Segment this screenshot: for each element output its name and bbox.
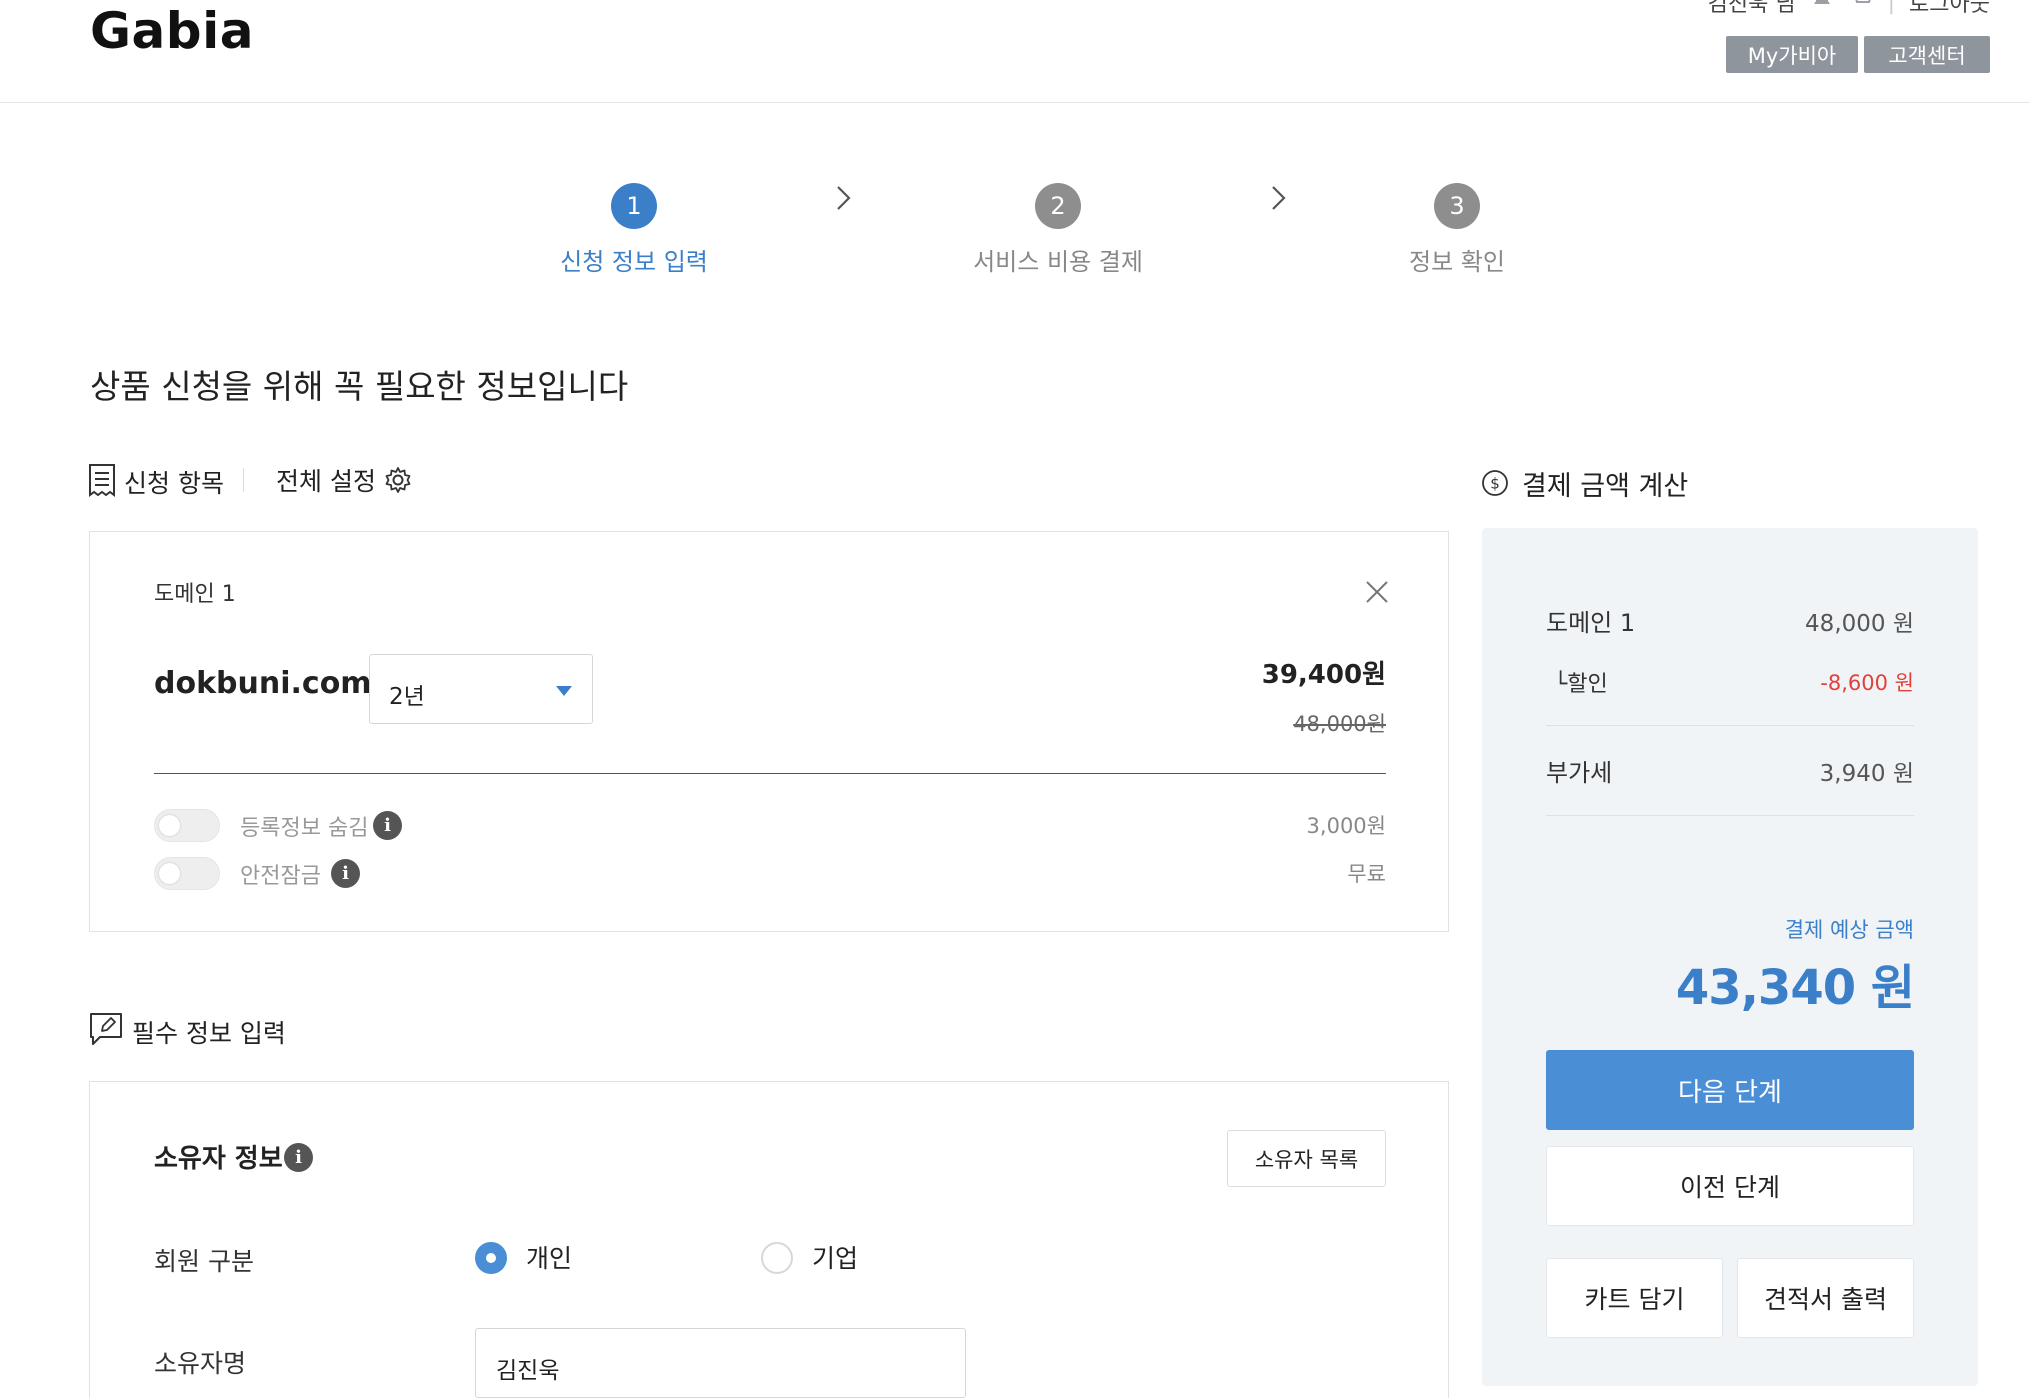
radio-individual[interactable] <box>475 1242 507 1274</box>
privacy-hide-price: 3,000원 <box>1306 814 1386 838</box>
required-info-title: 필수 정보 입력 <box>132 1019 286 1048</box>
domain-item-card: 도메인 1 dokbuni.com 2년 39,400원 48,000원 등록정… <box>89 531 1449 932</box>
owner-name-value: 김진욱 <box>496 1358 560 1384</box>
top-header: Gabia 김진욱 님 | 로그아웃 My가비아 고객센터 <box>0 0 2030 103</box>
user-name: 김진욱 님 <box>1707 0 1796 17</box>
page-title: 상품 신청을 위해 꼭 필요한 정보입니다 <box>90 367 629 406</box>
step-2-indicator: 2 <box>1035 183 1081 229</box>
gear-icon[interactable] <box>384 466 412 494</box>
domain-name: dokbuni.com <box>154 666 372 701</box>
application-section-title: 신청 항목 <box>124 469 224 498</box>
domain-price: 39,400원 <box>1261 660 1386 690</box>
info-icon[interactable]: i <box>373 811 402 840</box>
dollar-circle-icon: $ <box>1482 470 1508 496</box>
info-icon[interactable]: i <box>284 1143 313 1172</box>
global-settings-link[interactable]: 전체 설정 <box>276 462 376 498</box>
edit-note-icon <box>90 1013 122 1045</box>
my-gabia-button[interactable]: My가비아 <box>1726 36 1858 73</box>
safe-lock-label: 안전잠금 <box>240 864 321 889</box>
summary-title: 결제 금액 계산 <box>1522 471 1689 502</box>
svg-text:$: $ <box>1490 475 1500 493</box>
period-select-value: 2년 <box>389 684 425 710</box>
chevron-right-icon <box>1272 186 1286 210</box>
caret-down-icon <box>556 686 572 696</box>
receipt-icon <box>89 464 115 497</box>
radio-company-label: 기업 <box>812 1244 859 1273</box>
gabia-logo[interactable]: Gabia <box>90 2 254 60</box>
add-to-cart-button[interactable]: 카트 담기 <box>1546 1258 1723 1338</box>
divider <box>243 468 244 492</box>
divider <box>1546 815 1914 816</box>
logout-link[interactable]: 로그아웃 <box>1909 0 1990 18</box>
summary-vat-label: 부가세 <box>1546 759 1613 787</box>
radio-individual-label: 개인 <box>526 1244 573 1273</box>
cart-icon[interactable] <box>1848 0 1874 17</box>
chevron-right-icon <box>837 186 851 210</box>
bell-icon[interactable] <box>1810 0 1834 17</box>
payment-summary-panel: 도메인 1 48,000 원 └할인 -8,600 원 부가세 3,940 원 … <box>1482 528 1978 1386</box>
step-3-label: 정보 확인 <box>1409 248 1505 276</box>
owner-info-card: 소유자 정보 i 소유자 목록 회원 구분 개인 기업 소유자명 김진욱 <box>89 1081 1449 1398</box>
user-bar: 김진욱 님 | 로그아웃 <box>1708 0 1990 18</box>
estimated-amount-label: 결제 예상 금액 <box>1784 918 1914 942</box>
divider: | <box>1887 0 1896 15</box>
summary-vat-value: 3,940 원 <box>1819 761 1914 787</box>
owner-list-button[interactable]: 소유자 목록 <box>1227 1130 1386 1187</box>
member-type-label: 회원 구분 <box>154 1247 254 1276</box>
step-1-label: 신청 정보 입력 <box>560 248 708 276</box>
owner-name-input[interactable]: 김진욱 <box>475 1328 966 1398</box>
owner-name-label: 소유자명 <box>154 1349 247 1378</box>
estimated-total: 43,340 원 <box>1675 960 1915 1016</box>
summary-discount-label: └할인 <box>1554 672 1608 697</box>
prev-step-button[interactable]: 이전 단계 <box>1546 1146 1914 1226</box>
customer-center-button[interactable]: 고객센터 <box>1864 36 1990 73</box>
summary-domain-value: 48,000 원 <box>1805 611 1914 637</box>
step-1-indicator: 1 <box>611 183 657 229</box>
safe-lock-toggle[interactable] <box>154 857 220 890</box>
summary-discount-value: -8,600 원 <box>1820 671 1914 695</box>
step-3-indicator: 3 <box>1434 183 1480 229</box>
safe-lock-price: 무료 <box>1347 862 1386 886</box>
domain-item-label: 도메인 1 <box>154 582 236 607</box>
step-2-label: 서비스 비용 결제 <box>973 248 1143 276</box>
print-quote-button[interactable]: 견적서 출력 <box>1737 1258 1914 1338</box>
privacy-hide-toggle[interactable] <box>154 809 220 842</box>
close-icon[interactable] <box>1364 579 1390 605</box>
radio-company[interactable] <box>761 1242 793 1274</box>
next-step-button[interactable]: 다음 단계 <box>1546 1050 1914 1130</box>
divider <box>154 773 1386 774</box>
divider <box>1546 725 1914 726</box>
info-icon[interactable]: i <box>331 859 360 888</box>
domain-original-price: 48,000원 <box>1293 712 1386 736</box>
period-select[interactable]: 2년 <box>369 654 593 724</box>
owner-info-title: 소유자 정보 <box>154 1144 283 1174</box>
privacy-hide-label: 등록정보 숨김 <box>240 816 369 841</box>
summary-domain-label: 도메인 1 <box>1546 609 1636 637</box>
